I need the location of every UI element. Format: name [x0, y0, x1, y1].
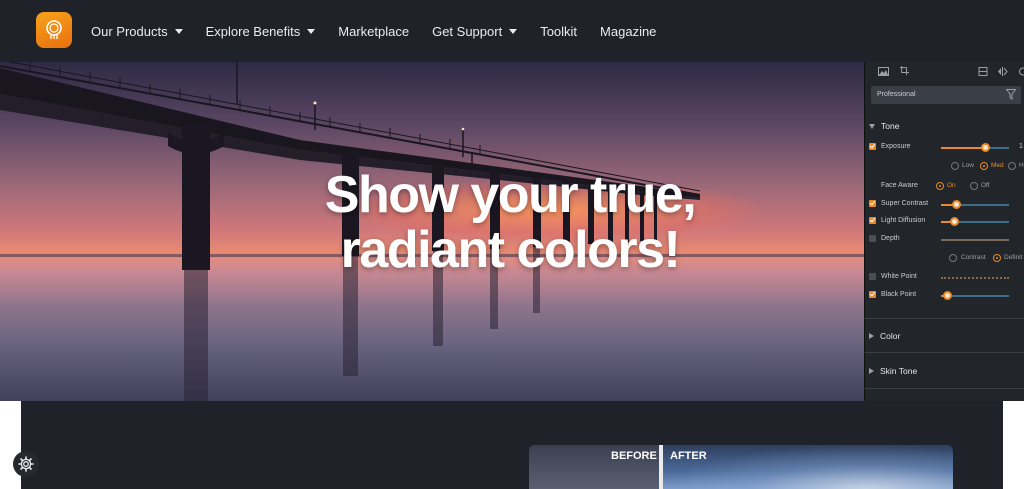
- chevron-down-icon: [869, 123, 875, 129]
- image-icon[interactable]: [878, 67, 889, 76]
- exposure-row: Exposure 1: [869, 141, 1024, 153]
- menu-icon[interactable]: [1018, 67, 1024, 76]
- face-aware-row: Face Aware On Off: [869, 180, 1024, 192]
- black-point-slider-handle[interactable]: [943, 291, 952, 300]
- headline-line-1: Show your true,: [324, 166, 697, 224]
- lightbulb-logo-icon[interactable]: [36, 12, 72, 48]
- split-view-icon[interactable]: [978, 67, 989, 76]
- low-radio[interactable]: [951, 162, 959, 170]
- light-diffusion-slider-handle[interactable]: [950, 217, 959, 226]
- filter-icon[interactable]: [1006, 89, 1016, 100]
- section-tone-header[interactable]: Tone: [869, 121, 899, 131]
- definition-radio[interactable]: [993, 254, 1001, 262]
- nav-item-label: Explore Benefits: [205, 23, 301, 39]
- page: Our Products Explore Benefits Marketplac…: [0, 0, 1024, 489]
- depth-track[interactable]: [941, 239, 1009, 241]
- black-point-checkbox[interactable]: [869, 291, 876, 298]
- main-menu: Our Products Explore Benefits Marketplac…: [91, 0, 679, 62]
- definition-label: Definit: [1004, 254, 1023, 261]
- chevron-down-icon: [509, 28, 518, 34]
- preset-dropdown[interactable]: Professional: [871, 86, 1021, 104]
- headline-line-2: radiant colors!: [340, 221, 681, 279]
- black-point-row: Black Point: [869, 289, 1024, 301]
- exposure-fill: [941, 147, 986, 149]
- divider: [865, 318, 1024, 319]
- chevron-down-icon: [307, 28, 316, 34]
- divider: [865, 388, 1024, 389]
- compare-icon[interactable]: [997, 67, 1008, 76]
- depth-mode-row: Contrast Definit: [869, 252, 1024, 264]
- high-label: H: [1019, 162, 1024, 169]
- super-contrast-label: Super Contrast: [881, 200, 929, 207]
- section-tone-label: Tone: [881, 121, 900, 131]
- exposure-value: 1: [1019, 143, 1023, 150]
- super-contrast-row: Super Contrast: [869, 198, 1024, 210]
- crop-icon[interactable]: [899, 66, 910, 75]
- editing-panel: Professional Tone Exposure 1 Low Med H F…: [864, 62, 1024, 401]
- light-diffusion-row: Light Diffusion: [869, 215, 1024, 227]
- section-color-header[interactable]: Color: [869, 331, 900, 341]
- section-skin-tone-header[interactable]: Skin Tone: [869, 366, 917, 376]
- nav-item-label: Toolkit: [540, 23, 578, 39]
- hero-headline: Show your true, radiant colors!: [250, 168, 770, 278]
- nav-item-toolkit[interactable]: Toolkit: [540, 24, 577, 39]
- depth-label: Depth: [881, 235, 900, 242]
- face-aware-on-radio[interactable]: [936, 182, 944, 190]
- nav-item-marketplace[interactable]: Marketplace: [338, 24, 409, 39]
- divider: [865, 352, 1024, 353]
- black-point-label: Black Point: [881, 291, 917, 298]
- depth-checkbox[interactable]: [869, 235, 876, 242]
- before-label: BEFORE: [611, 450, 657, 462]
- contrast-label: Contrast: [961, 254, 986, 261]
- nav-item-label: Magazine: [600, 23, 657, 39]
- chevron-right-icon: [869, 333, 874, 339]
- face-aware-label: Face Aware: [881, 182, 918, 189]
- high-radio[interactable]: [1008, 162, 1016, 170]
- panel-toolbar: [865, 62, 1024, 82]
- top-navigation: Our Products Explore Benefits Marketplac…: [0, 0, 1024, 62]
- exposure-slider-handle[interactable]: [981, 143, 990, 152]
- light-diffusion-checkbox[interactable]: [869, 217, 876, 224]
- hero-banner: Show your true, radiant colors!: [0, 62, 864, 401]
- white-point-row: White Point: [869, 271, 1024, 283]
- white-point-track[interactable]: [941, 277, 1009, 279]
- face-aware-off-radio[interactable]: [970, 182, 978, 190]
- nav-item-label: Our Products: [91, 23, 168, 39]
- super-contrast-checkbox[interactable]: [869, 200, 876, 207]
- face-aware-on-label: On: [947, 182, 956, 189]
- exposure-mode-row: Low Med H: [869, 160, 1024, 172]
- before-after-comparison[interactable]: BEFORE AFTER: [529, 445, 953, 489]
- med-radio[interactable]: [980, 162, 988, 170]
- super-contrast-slider-handle[interactable]: [952, 200, 961, 209]
- settings-button[interactable]: [13, 451, 39, 477]
- section-skin-tone-label: Skin Tone: [880, 366, 918, 376]
- med-label: Med: [991, 162, 1004, 169]
- contrast-radio[interactable]: [949, 254, 957, 262]
- nav-item-label: Marketplace: [338, 23, 410, 39]
- nav-item-our-products[interactable]: Our Products: [91, 24, 183, 39]
- nav-item-get-support[interactable]: Get Support: [432, 23, 518, 39]
- face-aware-off-label: Off: [981, 182, 990, 189]
- nav-item-label: Get Support: [432, 23, 503, 39]
- light-diffusion-label: Light Diffusion: [881, 217, 926, 224]
- low-label: Low: [962, 162, 974, 169]
- nav-item-explore-benefits[interactable]: Explore Benefits: [206, 24, 316, 39]
- chevron-right-icon: [869, 368, 874, 374]
- section-color-label: Color: [880, 331, 901, 341]
- depth-row: Depth: [869, 233, 1024, 245]
- exposure-label: Exposure: [881, 143, 911, 150]
- preset-label: Professional: [877, 91, 916, 98]
- chevron-down-icon: [174, 28, 183, 34]
- exposure-checkbox[interactable]: [869, 143, 876, 150]
- after-label: AFTER: [670, 450, 707, 462]
- white-point-checkbox[interactable]: [869, 273, 876, 280]
- gear-icon: [18, 456, 34, 472]
- white-point-label: White Point: [881, 273, 917, 280]
- nav-item-magazine[interactable]: Magazine: [600, 24, 656, 39]
